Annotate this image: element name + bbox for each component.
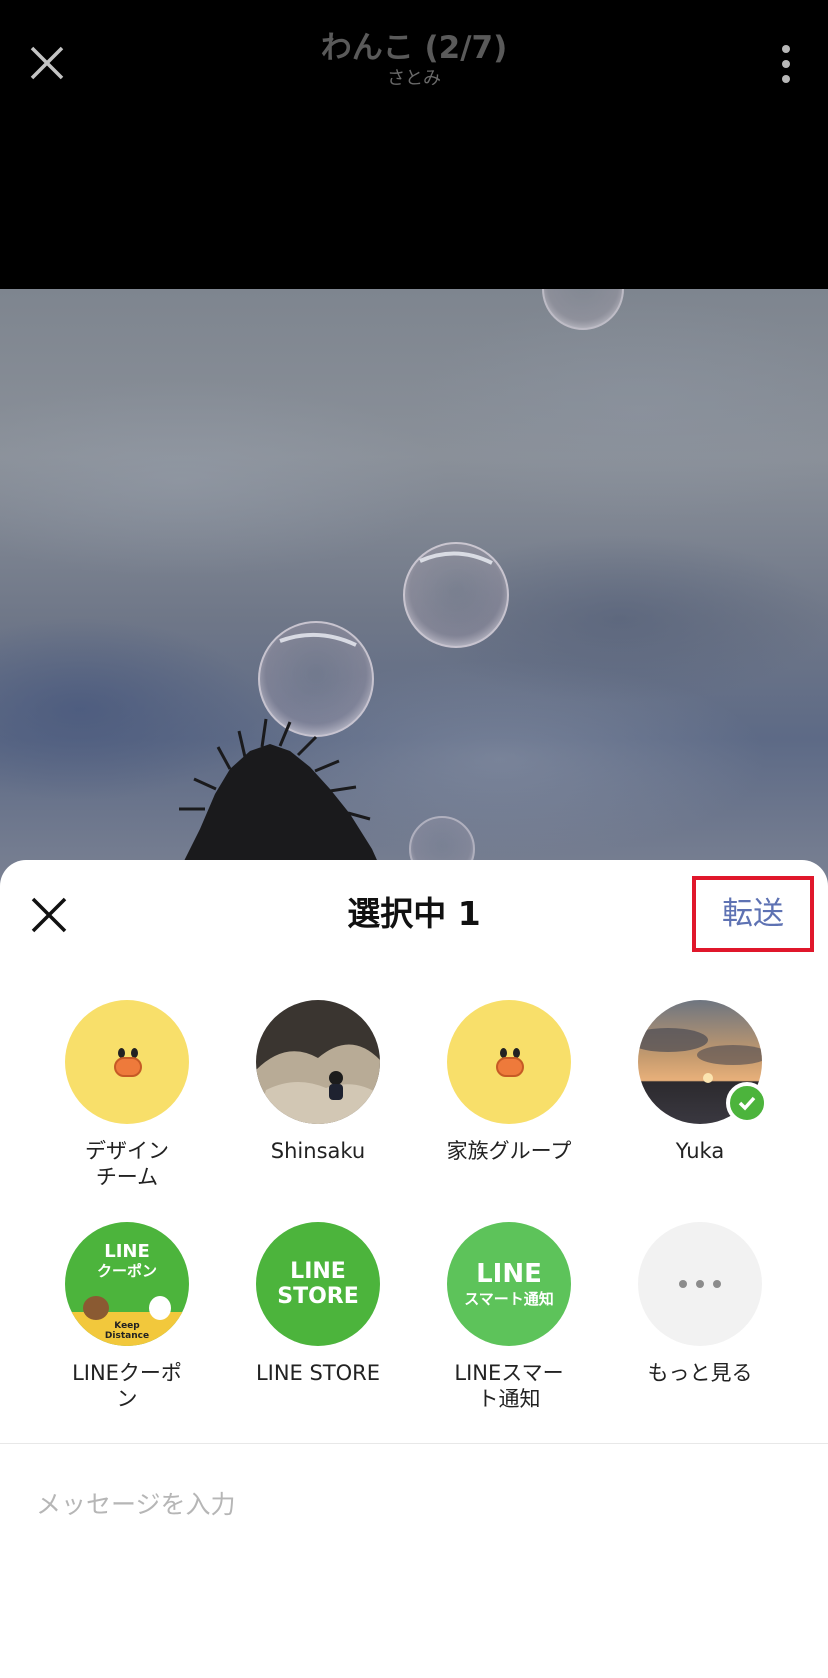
more-icon [638, 1222, 762, 1346]
friend-item[interactable]: LINE スマート通知 LINEスマー ト通知 [419, 1222, 599, 1412]
friend-name: Shinsaku [270, 1139, 366, 1163]
friend-item[interactable]: デザイン チーム [37, 1000, 217, 1190]
sky-bubbles-photo [170, 289, 624, 889]
more-dot-icon [782, 60, 790, 68]
more-options-button[interactable] [770, 36, 802, 92]
selected-check-icon [726, 1082, 768, 1124]
album-owner: さとみ [387, 68, 441, 89]
friend-name: 家族グループ [446, 1139, 572, 1163]
friend-item[interactable]: Shinsaku [228, 1000, 408, 1164]
share-sheet: 選択中 1 転送 デザイン チーム Shinsaku 家族グループ Yuka L… [0, 860, 828, 1678]
person-photo [256, 1000, 380, 1124]
friend-item[interactable]: 家族グループ [419, 1000, 599, 1164]
avatar [256, 1000, 380, 1124]
more-friends-button[interactable]: もっと見る [610, 1222, 790, 1386]
line-coupon-logo: LINE クーポン Keep Distance [65, 1222, 189, 1346]
message-input[interactable] [36, 1482, 796, 1526]
album-title: わんこ (2/7) [320, 30, 508, 66]
more-dot-icon [782, 75, 790, 83]
friend-item[interactable]: LINE クーポン Keep Distance LINEクーポ ン [37, 1222, 217, 1412]
brown-bear-icon [83, 1296, 109, 1320]
friend-name: デザイン チーム [85, 1139, 169, 1189]
sally-icon [65, 1000, 189, 1124]
photo-image [0, 289, 828, 889]
friend-name: Yuka [675, 1139, 725, 1163]
cony-rabbit-icon [149, 1296, 171, 1320]
divider [0, 1443, 828, 1444]
friend-name: LINE STORE [255, 1361, 381, 1385]
friend-item[interactable]: LINE STORE LINE STORE [228, 1222, 408, 1386]
line-store-logo: LINE STORE [256, 1222, 380, 1346]
album-title-block: わんこ (2/7) さとみ [0, 28, 828, 90]
forward-button[interactable]: 転送 [692, 876, 814, 952]
photo-viewer-header: わんこ (2/7) さとみ [0, 0, 828, 289]
friend-name: LINEクーポ ン [72, 1361, 182, 1411]
friend-item-selected[interactable]: Yuka [610, 1000, 790, 1164]
friend-name: もっと見る [647, 1361, 753, 1385]
forward-button-label: 転送 [722, 896, 784, 932]
friend-name: LINEスマー ト通知 [454, 1361, 564, 1411]
sally-icon [447, 1000, 571, 1124]
more-dot-icon [782, 45, 790, 53]
line-smart-notice-logo: LINE スマート通知 [447, 1222, 571, 1346]
avatar [638, 1000, 768, 1124]
